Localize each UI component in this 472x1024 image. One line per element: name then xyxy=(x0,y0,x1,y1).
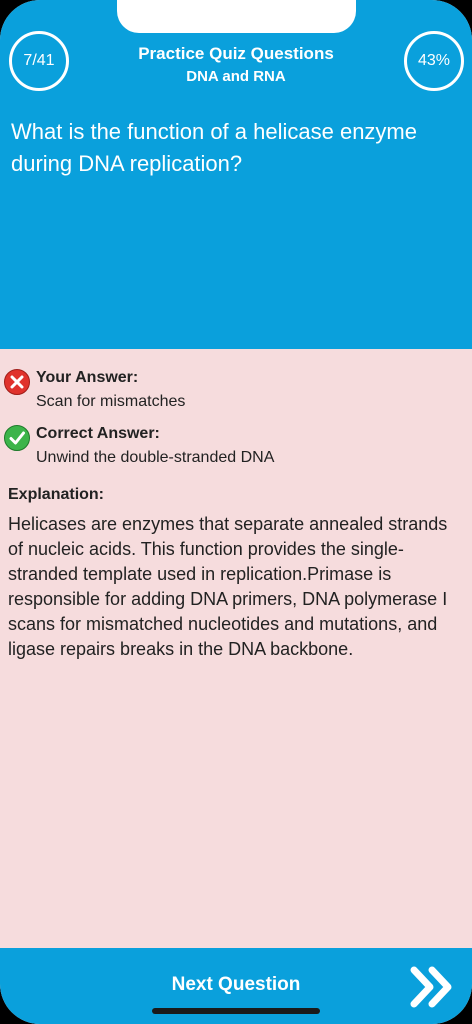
question-progress-badge: 7/41 xyxy=(9,31,69,91)
explanation-text: Helicases are enzymes that separate anne… xyxy=(8,514,448,659)
home-indicator[interactable] xyxy=(152,1008,320,1014)
check-icon xyxy=(4,425,30,451)
question-header: 7/41 Practice Quiz Questions DNA and RNA… xyxy=(0,0,472,349)
quiz-subtitle: DNA and RNA xyxy=(186,68,286,85)
explanation-label: Explanation: xyxy=(8,486,105,503)
quiz-title: Practice Quiz Questions xyxy=(138,44,334,63)
quiz-title-block: Practice Quiz Questions DNA and RNA xyxy=(100,44,372,90)
double-chevron-right-icon[interactable] xyxy=(408,962,458,1012)
device-notch xyxy=(117,0,356,33)
correct-answer-value: Unwind the double-stranded DNA xyxy=(36,449,275,466)
question-text: What is the function of a helicase enzym… xyxy=(11,119,417,176)
quiz-screen: 7/41 Practice Quiz Questions DNA and RNA… xyxy=(0,0,472,1024)
question-progress-text: 7/41 xyxy=(23,52,55,69)
wrong-x-icon xyxy=(4,369,30,395)
correct-answer-label: Correct Answer: xyxy=(36,425,160,442)
next-question-button[interactable]: Next Question xyxy=(100,974,372,996)
your-answer-value: Scan for mismatches xyxy=(36,393,186,410)
score-badge: 43% xyxy=(404,31,464,91)
your-answer-label: Your Answer: xyxy=(36,369,139,386)
score-percent-text: 43% xyxy=(417,52,451,69)
